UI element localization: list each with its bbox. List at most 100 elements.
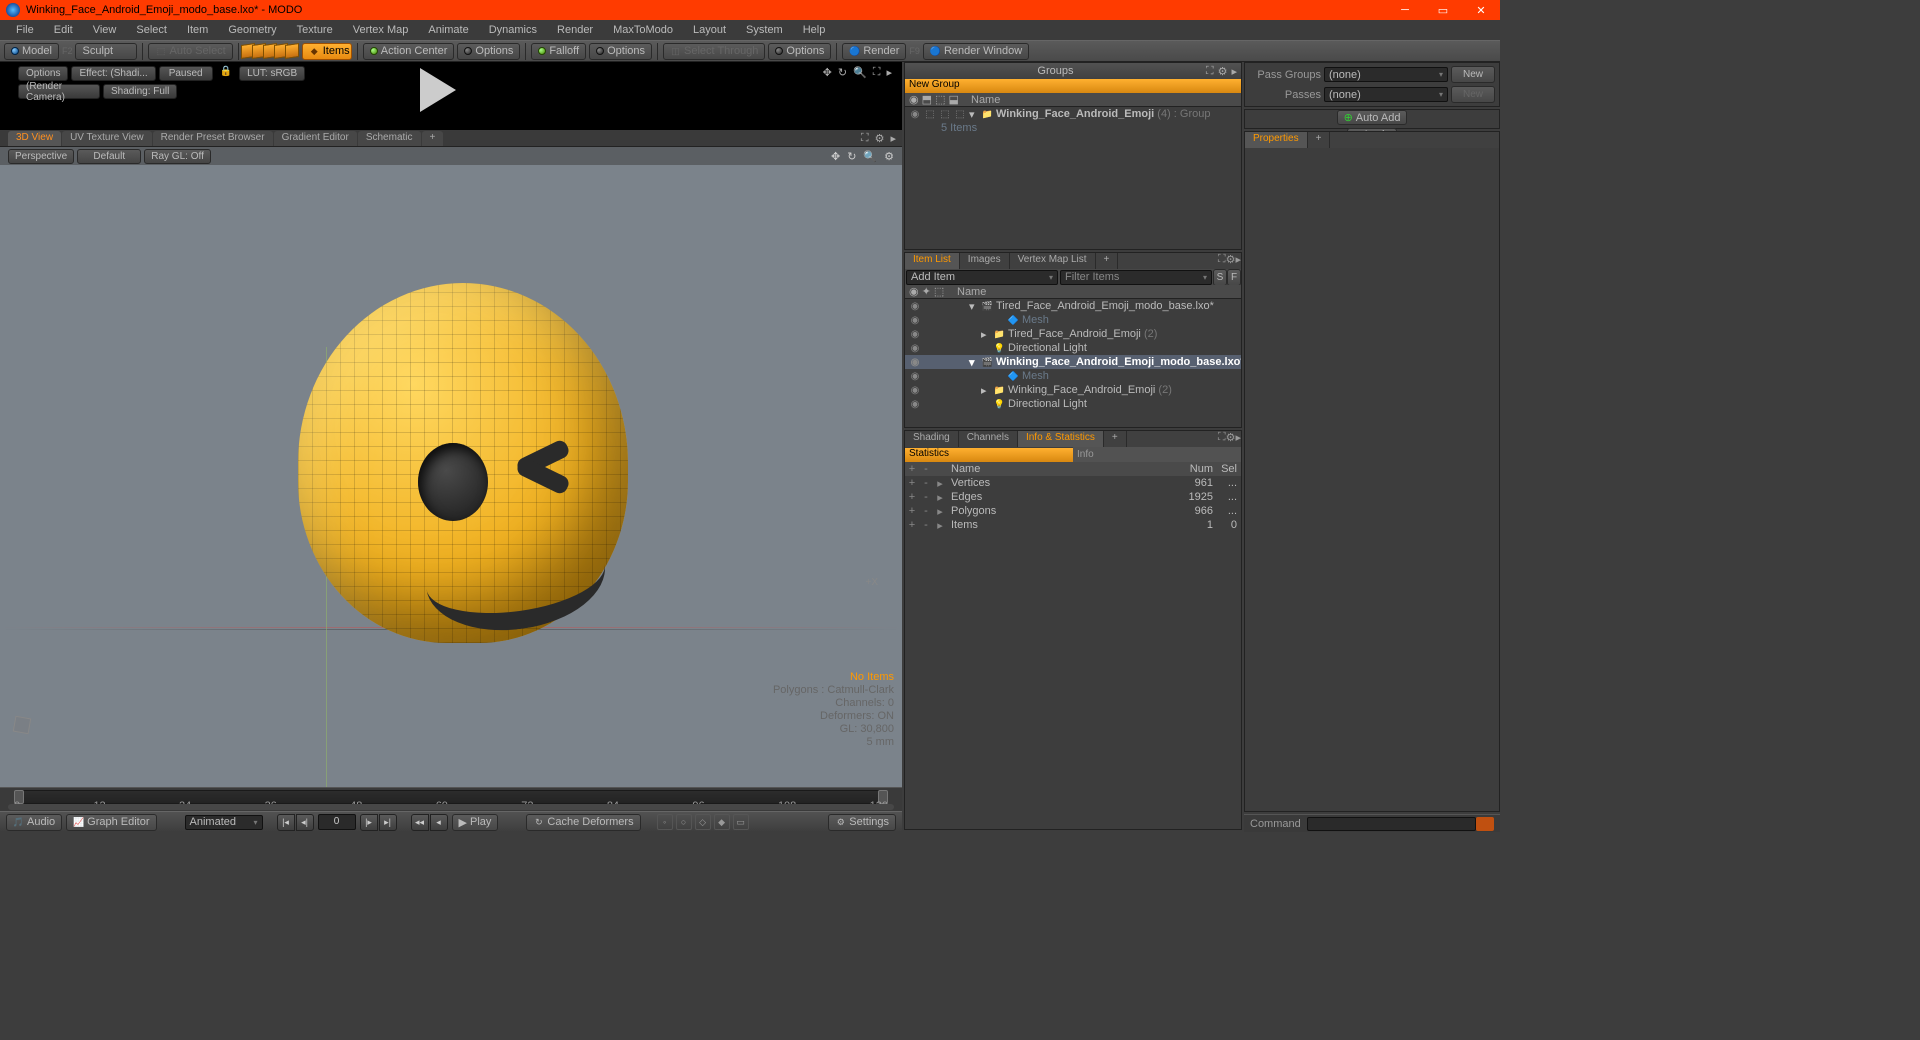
- vp-gear2-icon[interactable]: ⚙: [884, 150, 894, 163]
- minimize-button[interactable]: ─: [1386, 0, 1424, 20]
- item-row[interactable]: ◉💡Directional Light: [905, 341, 1241, 355]
- item-row[interactable]: ◉🔷Mesh: [905, 313, 1241, 327]
- menu-layout[interactable]: Layout: [683, 21, 736, 39]
- playback-controls[interactable]: ◂◂◂: [411, 814, 448, 831]
- falloff-options-button[interactable]: Options: [589, 43, 652, 60]
- items-mode-button[interactable]: ◆Items: [302, 43, 352, 60]
- vp-zoom-icon[interactable]: 🔍: [863, 150, 877, 163]
- menu-icon[interactable]: ▸: [1235, 431, 1241, 447]
- mesh-model[interactable]: [298, 283, 648, 673]
- render-button[interactable]: 🔵Render: [842, 43, 906, 60]
- render-window-button[interactable]: 🔵Render Window: [923, 43, 1029, 60]
- auto-add-button[interactable]: ⊕Auto Add: [1337, 110, 1408, 125]
- action-options-button[interactable]: Options: [457, 43, 520, 60]
- maximize-icon[interactable]: ⛶: [1218, 431, 1226, 447]
- action-center-button[interactable]: Action Center: [363, 43, 455, 60]
- pass-groups-dropdown[interactable]: (none): [1324, 67, 1448, 82]
- menu-animate[interactable]: Animate: [418, 21, 478, 39]
- menu-texture[interactable]: Texture: [287, 21, 343, 39]
- preview-camera-button[interactable]: (Render Camera): [18, 84, 100, 99]
- select-through-button[interactable]: ◫Select Through: [663, 43, 765, 60]
- menu-help[interactable]: Help: [793, 21, 836, 39]
- maximize-button[interactable]: ▭: [1424, 0, 1462, 20]
- stat-row[interactable]: +-▸Vertices961...: [905, 476, 1241, 490]
- item-row[interactable]: ◉▾🎬Winking_Face_Android_Emoji_modo_base.…: [905, 355, 1241, 369]
- timeline[interactable]: 01224364860728496108120: [0, 787, 902, 811]
- menu-system[interactable]: System: [736, 21, 793, 39]
- menu-icon[interactable]: ▸: [1231, 65, 1237, 78]
- view-perspective-button[interactable]: Perspective: [8, 149, 74, 164]
- item-row[interactable]: ◉▾🎬Tired_Face_Android_Emoji_modo_base.lx…: [905, 299, 1241, 313]
- vptab-schematic[interactable]: Schematic: [358, 131, 421, 146]
- preview-paused-button[interactable]: Paused: [159, 66, 213, 81]
- preview-options-button[interactable]: Options: [18, 66, 68, 81]
- stat-row[interactable]: +-▸Polygons966...: [905, 504, 1241, 518]
- item-row[interactable]: ◉▸📁Tired_Face_Android_Emoji (2): [905, 327, 1241, 341]
- zoom-icon[interactable]: 🔍: [853, 66, 867, 79]
- item-row[interactable]: ◉💡Directional Light: [905, 397, 1241, 411]
- expand-icon[interactable]: ⛶: [873, 66, 881, 79]
- preview-effect-button[interactable]: Effect: (Shadi...: [71, 66, 155, 81]
- preview-play-icon[interactable]: [420, 68, 456, 112]
- frame-step-controls-2[interactable]: |▸▸|: [360, 814, 397, 831]
- view-default-button[interactable]: Default: [77, 149, 141, 164]
- vptab-3d-view[interactable]: 3D View: [8, 131, 61, 146]
- menu-edit[interactable]: Edit: [44, 21, 83, 39]
- vptab-render-preset-browser[interactable]: Render Preset Browser: [153, 131, 273, 146]
- stat-row[interactable]: +-▸Items10: [905, 518, 1241, 532]
- group-row[interactable]: ◉⬚⬚⬚ ▾ 📁 Winking_Face_Android_Emoji (4) …: [905, 107, 1241, 121]
- passes-dropdown[interactable]: (none): [1324, 87, 1448, 102]
- pass-groups-new-button[interactable]: New: [1451, 66, 1495, 83]
- preview-lut-button[interactable]: LUT: sRGB: [239, 66, 305, 81]
- pan-icon[interactable]: ✥: [823, 66, 832, 79]
- preview-shading-button[interactable]: Shading: Full: [103, 84, 177, 99]
- info-tab[interactable]: Info: [1073, 447, 1241, 462]
- filter-f-button[interactable]: F: [1227, 269, 1241, 286]
- settings-button[interactable]: ⚙Settings: [828, 814, 896, 831]
- vp-gear-icon[interactable]: ⚙: [875, 132, 885, 145]
- properties-tab[interactable]: Properties: [1245, 132, 1308, 148]
- refresh-icon[interactable]: ↻: [838, 66, 847, 79]
- filter-items-input[interactable]: Filter Items: [1060, 270, 1212, 285]
- view-raygl-button[interactable]: Ray GL: Off: [144, 149, 211, 164]
- menu-view[interactable]: View: [83, 21, 127, 39]
- auto-select-button[interactable]: ⬚Auto Select: [148, 43, 232, 60]
- sculpt-mode-button[interactable]: Sculpt: [75, 43, 137, 60]
- close-button[interactable]: ✕: [1462, 0, 1500, 20]
- statistics-tab[interactable]: Statistics: [905, 448, 1073, 462]
- info-tab-shading[interactable]: Shading: [905, 431, 959, 447]
- il-tab-vertex-map-list[interactable]: Vertex Map List: [1010, 253, 1096, 269]
- menu-vertex-map[interactable]: Vertex Map: [343, 21, 419, 39]
- component-mode-icons[interactable]: [244, 44, 299, 58]
- frame-step-controls[interactable]: |◂◂|: [277, 814, 314, 831]
- passes-new-button[interactable]: New: [1451, 86, 1495, 103]
- menu-file[interactable]: File: [6, 21, 44, 39]
- vp-orbit-icon[interactable]: ↻: [847, 150, 856, 163]
- current-frame-input[interactable]: 0: [318, 814, 356, 830]
- add-tab-icon[interactable]: +: [1308, 132, 1331, 148]
- vptab-uv-texture-view[interactable]: UV Texture View: [62, 131, 152, 146]
- vp-pan-icon[interactable]: ✥: [831, 150, 840, 163]
- 3d-viewport[interactable]: Perspective Default Ray GL: Off ✥ ↻ 🔍 ⚙: [0, 147, 902, 787]
- info-tab-channels[interactable]: Channels: [959, 431, 1018, 447]
- item-row[interactable]: ◉🔷Mesh: [905, 369, 1241, 383]
- il-tab-images[interactable]: Images: [960, 253, 1010, 269]
- info-tab-info---statistics[interactable]: Info & Statistics: [1018, 431, 1104, 447]
- menu-select[interactable]: Select: [126, 21, 177, 39]
- play-button[interactable]: ▶Play: [452, 814, 499, 831]
- il-tab-item-list[interactable]: Item List: [905, 253, 960, 269]
- cache-deformers-button[interactable]: ↻Cache Deformers: [526, 814, 640, 831]
- il-tab-add[interactable]: +: [1096, 253, 1119, 269]
- axis-gizmo-icon[interactable]: [14, 717, 40, 743]
- maximize-icon[interactable]: ⛶: [1218, 253, 1226, 269]
- menu-dynamics[interactable]: Dynamics: [479, 21, 547, 39]
- filter-s-button[interactable]: S: [1213, 269, 1227, 286]
- add-item-dropdown[interactable]: Add Item: [906, 270, 1058, 285]
- command-input[interactable]: [1307, 817, 1476, 831]
- vp-expand-icon[interactable]: ⛶: [861, 132, 869, 145]
- gear-icon[interactable]: ⚙: [1226, 431, 1236, 447]
- vp-menu-icon[interactable]: ▸: [890, 132, 896, 145]
- menu-maxtomodo[interactable]: MaxToModo: [603, 21, 683, 39]
- vptab-add[interactable]: +: [422, 131, 444, 146]
- stat-row[interactable]: +-▸Edges1925...: [905, 490, 1241, 504]
